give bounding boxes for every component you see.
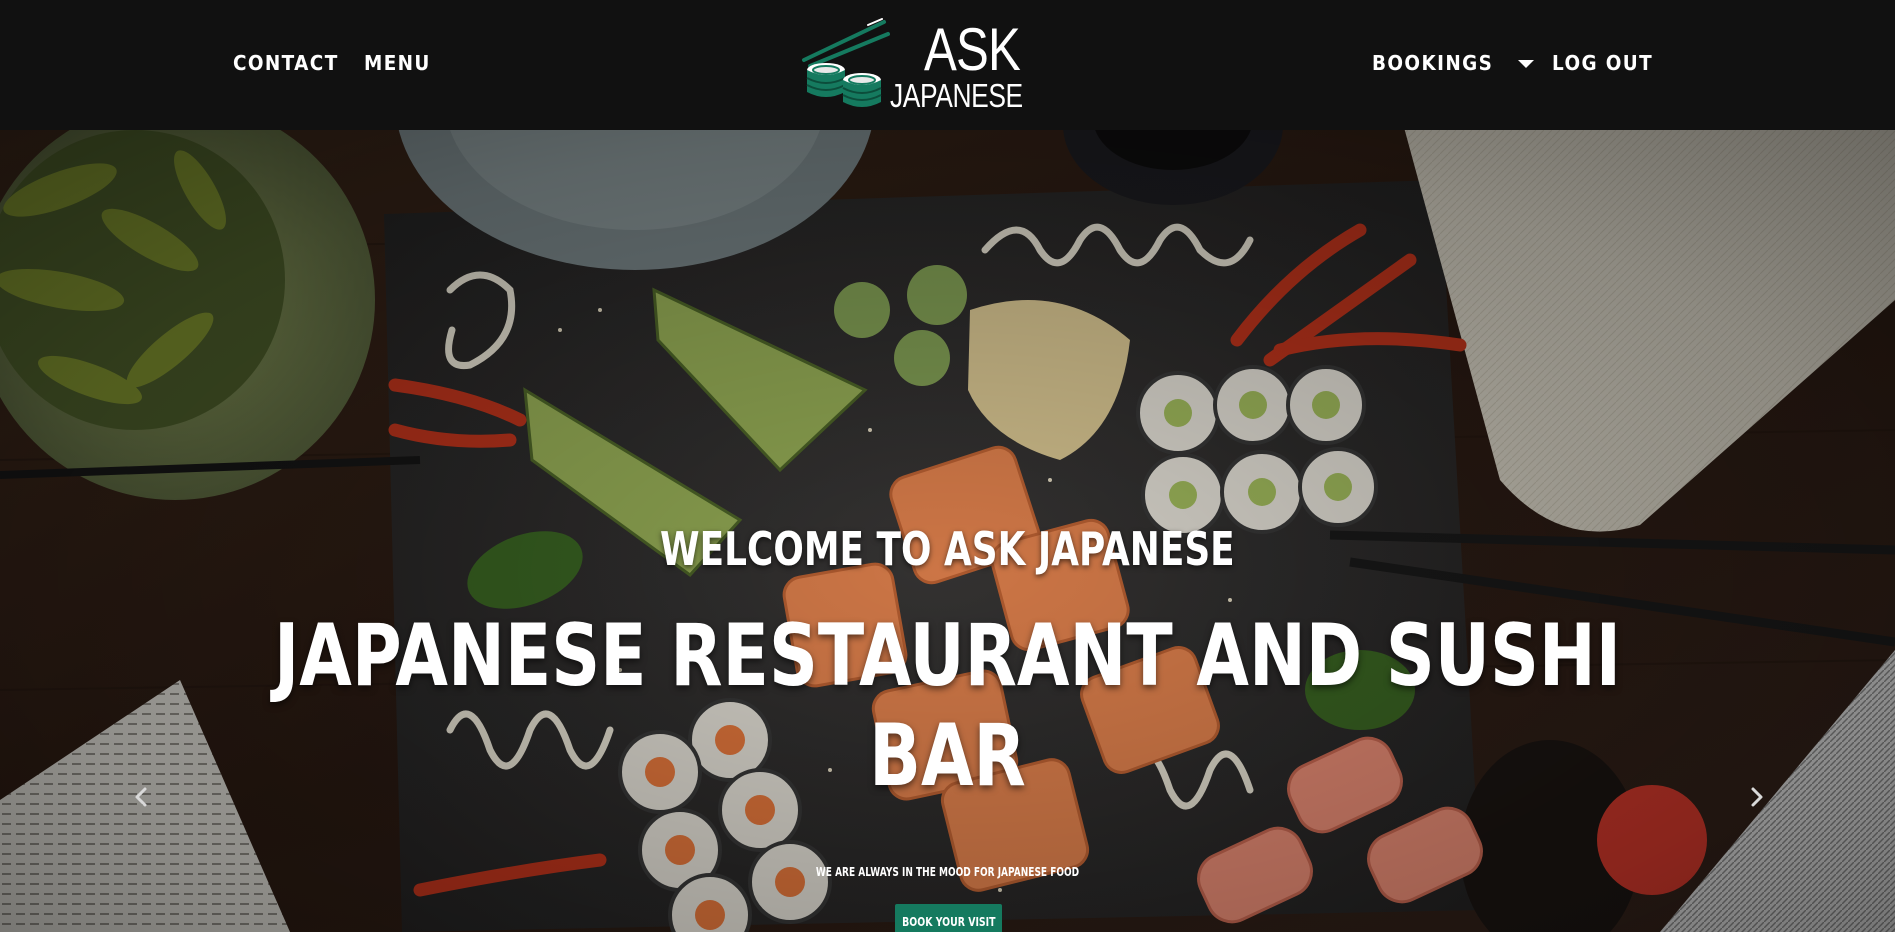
chevron-left-icon: [135, 787, 147, 807]
logo-text-japanese: JAPANESE: [890, 77, 1023, 114]
brand-logo[interactable]: ASK JAPANESE: [800, 16, 1023, 118]
logo-text-ask: ASK: [924, 16, 1021, 83]
book-your-visit-button[interactable]: BOOK YOUR VISIT: [895, 904, 1002, 932]
nav-link-menu[interactable]: MENU: [364, 50, 431, 76]
nav-link-contact[interactable]: CONTACT: [233, 50, 339, 76]
nav-link-logout[interactable]: LOG OUT: [1552, 50, 1653, 76]
carousel-next-button[interactable]: [1742, 782, 1772, 812]
caret-down-icon[interactable]: [1518, 60, 1535, 68]
hero-title: JAPANESE RESTAURANT AND SUSHI BAR: [0, 606, 1895, 806]
chevron-right-icon: [1751, 787, 1763, 807]
hero-welcome-text: WELCOME TO ASK JAPANESE: [660, 522, 1235, 576]
hero-welcome-heading: WELCOME TO ASK JAPANESE: [0, 522, 1895, 576]
hero-title-text: JAPANESE RESTAURANT AND SUSHI BAR: [273, 606, 1622, 806]
book-your-visit-label: BOOK YOUR VISIT: [901, 915, 996, 929]
navbar: CONTACT MENU ASK JAPANESE BOOKINGS LOG O…: [0, 0, 1895, 130]
hero-carousel: WELCOME TO ASK JAPANESE JAPANESE RESTAUR…: [0, 130, 1895, 932]
nav-left: CONTACT MENU: [233, 50, 436, 76]
sushi-chopsticks-logo-icon: [802, 18, 890, 107]
hero-tagline-text: WE ARE ALWAYS IN THE MOOD FOR JAPANESE F…: [815, 865, 1080, 879]
bookings-dropdown[interactable]: BOOKINGS: [1372, 50, 1535, 76]
hero-caption: WELCOME TO ASK JAPANESE JAPANESE RESTAUR…: [0, 130, 1895, 932]
nav-right: BOOKINGS LOG OUT: [1372, 50, 1662, 76]
nav-link-bookings[interactable]: BOOKINGS: [1372, 50, 1493, 76]
carousel-prev-button[interactable]: [126, 782, 156, 812]
hero-tagline: WE ARE ALWAYS IN THE MOOD FOR JAPANESE F…: [0, 864, 1895, 880]
